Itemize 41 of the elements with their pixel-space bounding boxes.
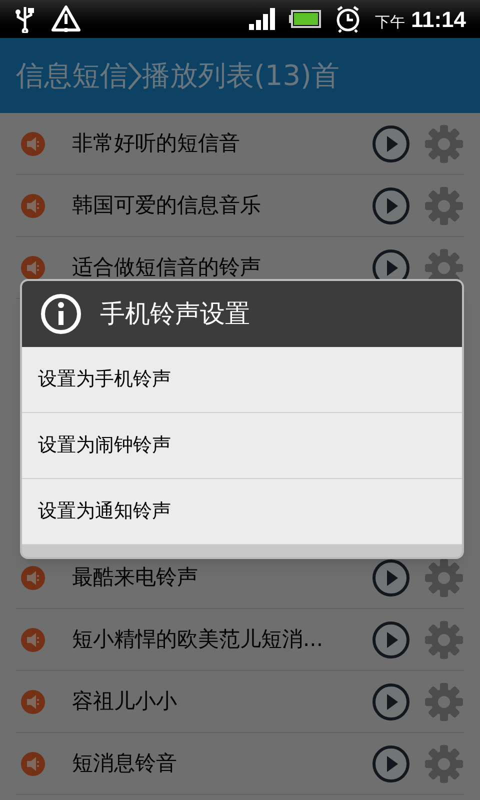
- play-button-icon[interactable]: [372, 744, 410, 782]
- ringtone-title: 非常好听的短信音: [72, 130, 241, 157]
- speaker-icon: [20, 564, 46, 590]
- settings-icon[interactable]: [424, 558, 464, 598]
- usb-icon: [14, 5, 36, 33]
- play-button-icon[interactable]: [372, 186, 410, 224]
- dialog-title: 手机铃声设置: [100, 298, 250, 330]
- ringtone-title: 短消息铃音: [72, 750, 178, 777]
- ringtone-title: 容祖儿小小: [72, 688, 178, 715]
- speaker-icon: [20, 254, 46, 280]
- info-icon: [40, 293, 82, 335]
- ringtone-row[interactable]: 韩国可爱的信息音乐: [16, 175, 464, 237]
- play-button-icon[interactable]: [372, 124, 410, 162]
- dialog-option[interactable]: 设置为手机铃声: [22, 347, 462, 413]
- playlist-title: 播放列表(13)首: [142, 58, 340, 94]
- battery-icon: [288, 10, 321, 28]
- play-button-icon[interactable]: [372, 682, 410, 720]
- dialog-option[interactable]: 设置为闹钟铃声: [22, 413, 462, 479]
- speaker-icon: [20, 750, 46, 776]
- ringtone-title: 适合做短信音的铃声: [72, 254, 262, 281]
- ringtone-row[interactable]: 容祖儿小小: [16, 671, 464, 733]
- ringtone-title: 短小精悍的欧美范儿短消...: [72, 626, 324, 653]
- ringtone-row[interactable]: 非常好听的短信音: [16, 113, 464, 175]
- time-period: 下午: [374, 12, 405, 32]
- play-button-icon[interactable]: [372, 558, 410, 596]
- ringtone-row[interactable]: 短消息铃音: [16, 733, 464, 795]
- alarm-clock-icon: [334, 5, 361, 33]
- clock-time: 11:14: [410, 6, 466, 34]
- dialog-option[interactable]: 设置为通知铃声: [22, 479, 462, 545]
- speaker-icon: [20, 626, 46, 652]
- breadcrumb-category[interactable]: 信息短信: [16, 54, 128, 96]
- chevron-icon: [128, 60, 142, 90]
- ringtone-title: 韩国可爱的信息音乐: [72, 192, 262, 219]
- ringtone-row[interactable]: 短小精悍的欧美范儿短消...: [16, 609, 464, 671]
- warning-icon: [50, 4, 82, 34]
- ringtone-title: 最酷来电铃声: [72, 564, 199, 591]
- speaker-icon: [20, 192, 46, 218]
- signal-icon: [248, 8, 275, 30]
- speaker-icon: [20, 130, 46, 156]
- speaker-icon: [20, 688, 46, 714]
- play-button-icon[interactable]: [372, 620, 410, 658]
